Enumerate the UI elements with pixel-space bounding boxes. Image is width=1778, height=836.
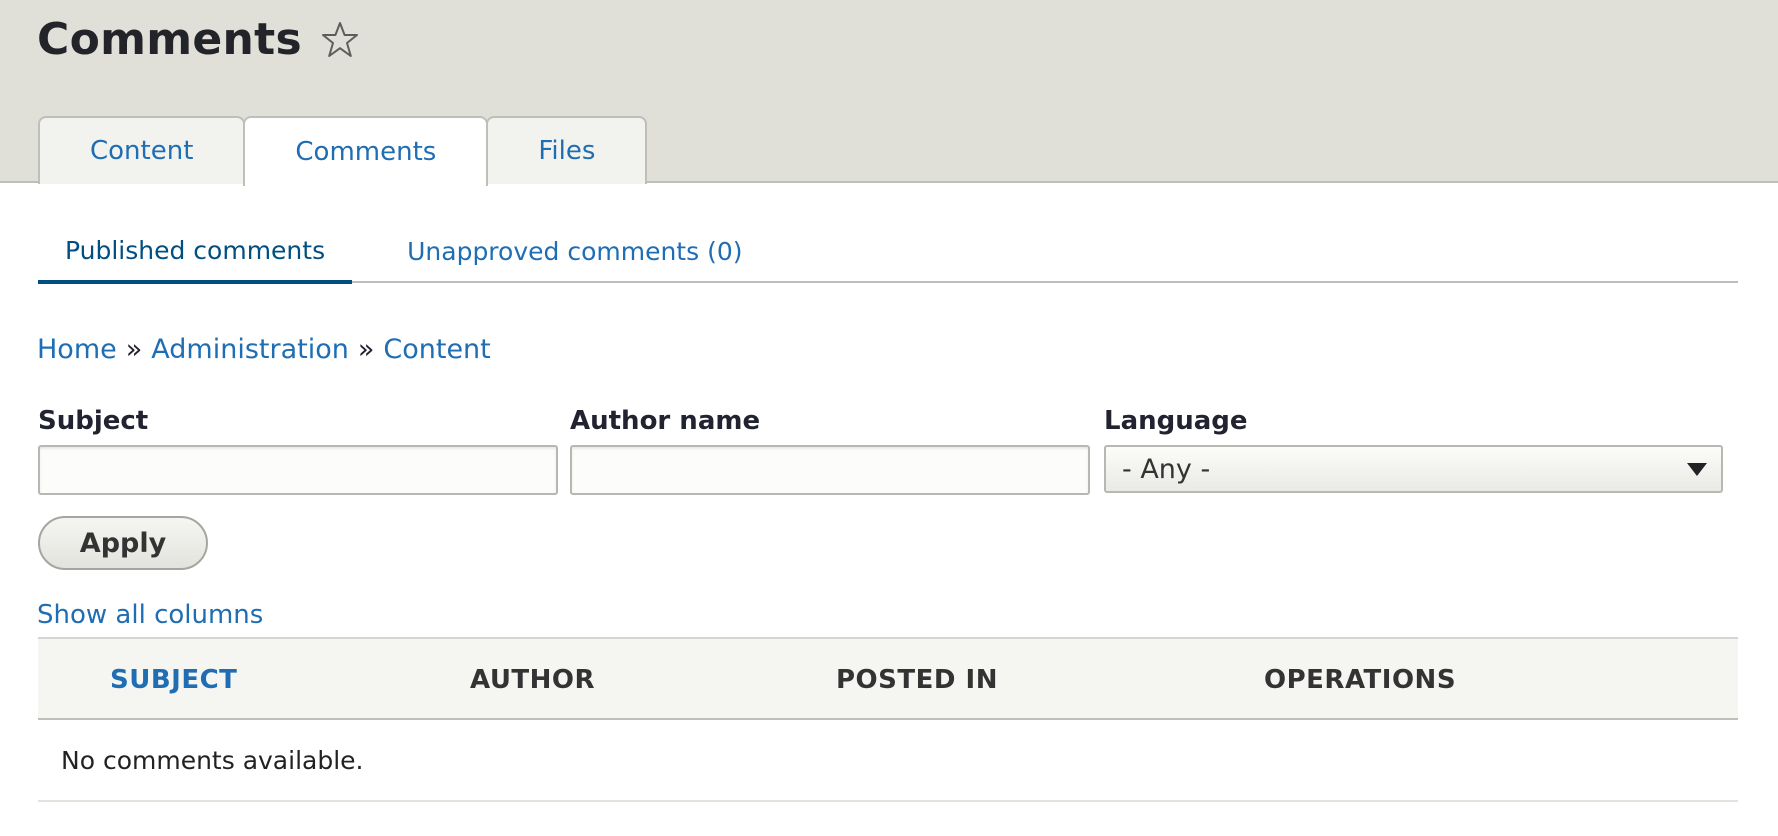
empty-message: No comments available. — [61, 745, 364, 775]
author-name-label: Author name — [570, 406, 761, 436]
tab-content[interactable]: Content — [38, 116, 246, 184]
column-header-author: AUTHOR — [470, 665, 596, 695]
subtab-label: Published comments — [65, 236, 326, 265]
breadcrumb-administration[interactable]: Administration — [151, 334, 349, 365]
page-title: Comments — [37, 14, 303, 65]
breadcrumb-home[interactable]: Home — [37, 334, 117, 365]
title-area: Comments — [37, 14, 360, 65]
author-name-field: Author name — [570, 405, 1090, 495]
language-selected-value: - Any - — [1122, 453, 1211, 485]
subtab-label: Unapproved comments (0) — [407, 237, 743, 266]
language-select[interactable]: - Any - — [1104, 445, 1723, 493]
secondary-tabs: Published comments Unapproved comments (… — [38, 220, 1738, 284]
apply-button[interactable]: Apply — [38, 516, 208, 570]
language-field: Language - Any - — [1104, 405, 1723, 493]
empty-message-row: No comments available. — [38, 720, 1738, 802]
breadcrumb-separator: » — [357, 334, 375, 365]
tab-files[interactable]: Files — [486, 116, 648, 184]
breadcrumb-separator: » — [125, 334, 143, 365]
chevron-down-icon — [1687, 463, 1707, 476]
subject-field: Subject — [38, 405, 558, 495]
show-all-columns-link[interactable]: Show all columns — [37, 600, 263, 630]
page-header: Comments Content Comments Files — [0, 0, 1778, 186]
column-header-subject[interactable]: SUBJECT — [110, 665, 237, 695]
language-label: Language — [1104, 406, 1248, 436]
tab-label: Content — [90, 136, 194, 166]
breadcrumb-content[interactable]: Content — [383, 334, 490, 365]
breadcrumb: Home » Administration » Content — [37, 334, 491, 365]
tab-label: Files — [538, 136, 596, 166]
tab-comments[interactable]: Comments — [243, 116, 489, 186]
subject-input[interactable] — [38, 445, 558, 495]
comments-table: SUBJECT AUTHOR POSTED IN OPERATIONS No c… — [38, 637, 1738, 802]
star-outline-icon[interactable] — [320, 20, 360, 60]
tab-unapproved-comments[interactable]: Unapproved comments (0) — [380, 220, 769, 283]
author-name-input[interactable] — [570, 445, 1090, 495]
tab-label: Comments — [295, 137, 437, 167]
tab-published-comments[interactable]: Published comments — [38, 221, 353, 284]
table-header: SUBJECT AUTHOR POSTED IN OPERATIONS — [38, 637, 1738, 720]
primary-tabs: Content Comments Files — [38, 114, 648, 186]
column-header-posted-in: POSTED IN — [836, 665, 998, 695]
subject-label: Subject — [38, 406, 149, 436]
column-header-operations: OPERATIONS — [1264, 665, 1457, 695]
